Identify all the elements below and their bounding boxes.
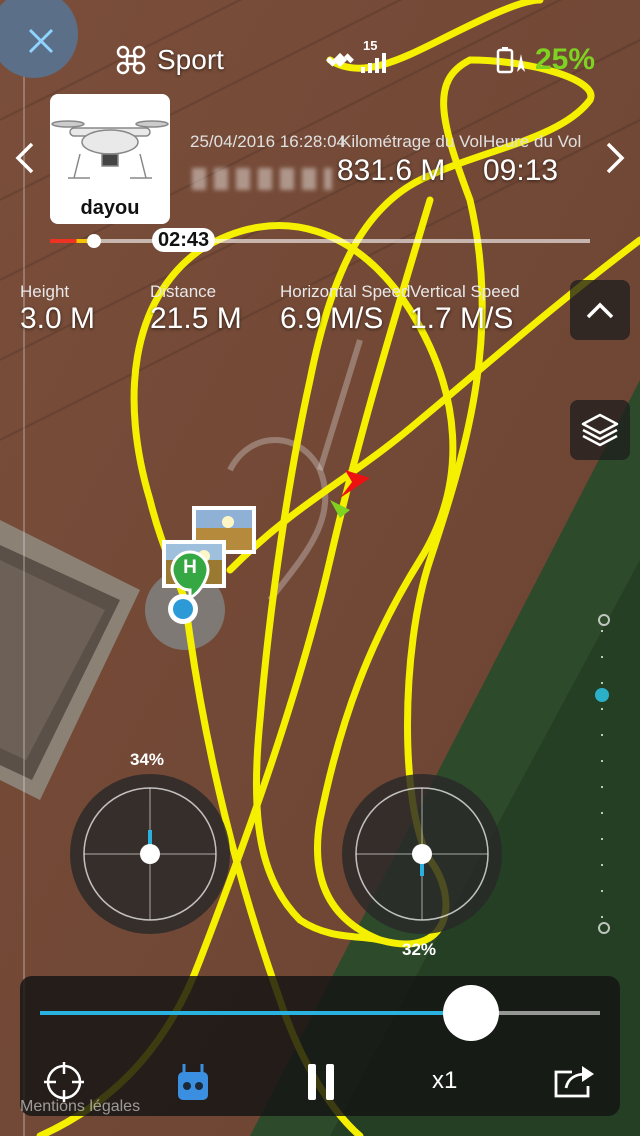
remote-controller-icon	[178, 1064, 208, 1100]
stat-horizontal-speed: Horizontal Speed 6.9 M/S	[280, 282, 410, 336]
redacted-location	[192, 168, 332, 190]
pause-icon	[308, 1064, 334, 1100]
flight-mode: Sport	[115, 40, 224, 80]
share-button[interactable]	[552, 1062, 596, 1105]
right-stick-percent: 32%	[402, 940, 437, 959]
share-icon	[554, 1066, 594, 1098]
previous-record-button[interactable]	[14, 140, 36, 185]
drone-thumbnail-icon	[51, 120, 169, 179]
stat-height: Height 3.0 M	[20, 282, 95, 336]
right-stick	[342, 774, 502, 939]
record-datetime: 25/04/2016 16:28:04	[190, 132, 346, 151]
chevron-left-icon	[15, 142, 34, 174]
stat-value: 6.9 M/S	[280, 302, 384, 335]
stat-label: Distance	[150, 282, 217, 301]
aircraft-card[interactable]: dayou	[50, 94, 170, 224]
playback-slider-fill	[40, 1011, 472, 1015]
stat-label: Horizontal Speed	[280, 282, 411, 301]
flight-time-label: Heure du Vol	[483, 132, 582, 151]
legal-link[interactable]: Mentions légales	[20, 1098, 140, 1116]
timeline-track[interactable]	[50, 239, 590, 243]
flight-distance-label: Kilométrage du Vol	[340, 132, 483, 151]
stat-vertical-speed: Vertical Speed 1.7 M/S	[410, 282, 520, 336]
playback-time: 02:43	[152, 228, 216, 252]
chevron-right-icon	[606, 142, 625, 174]
home-point-marker: H	[183, 557, 197, 578]
stat-label: Height	[20, 282, 70, 301]
left-stick	[70, 774, 230, 939]
stat-distance: Distance 21.5 M	[150, 282, 242, 336]
close-icon	[28, 28, 54, 54]
battery-status: 25%	[495, 40, 595, 80]
gps-status: 15	[325, 38, 389, 80]
aircraft-name: dayou	[80, 197, 140, 219]
collapse-button[interactable]	[570, 280, 630, 340]
remote-controller-button[interactable]	[176, 1062, 210, 1107]
battery-icon	[496, 47, 525, 74]
satellite-icon	[326, 52, 354, 68]
crosshair-icon	[44, 1062, 84, 1102]
playback-slider-knob[interactable]	[443, 985, 500, 1041]
altitude-indicator	[595, 688, 609, 702]
stat-label: Vertical Speed	[410, 282, 520, 301]
left-stick-percent: 34%	[130, 750, 165, 769]
stat-value: 3.0 M	[20, 302, 96, 335]
layers-icon	[581, 413, 619, 447]
chevron-up-icon	[586, 302, 614, 319]
flight-distance-value: 831.6 M	[337, 154, 446, 187]
battery-percent: 25%	[535, 43, 596, 76]
pause-button[interactable]	[306, 1062, 336, 1107]
flight-time-value: 09:13	[483, 154, 559, 187]
altitude-scale	[592, 610, 612, 940]
flight-mode-label: Sport	[157, 44, 224, 75]
stat-value: 1.7 M/S	[410, 302, 514, 335]
next-record-button[interactable]	[604, 140, 626, 185]
map-layers-button[interactable]	[570, 400, 630, 460]
drone-icon	[116, 45, 146, 75]
gps-count: 15	[363, 38, 378, 53]
playback-speed-button[interactable]: x1	[432, 1067, 457, 1095]
timeline-knob[interactable]	[86, 234, 101, 248]
stat-value: 21.5 M	[150, 302, 242, 335]
